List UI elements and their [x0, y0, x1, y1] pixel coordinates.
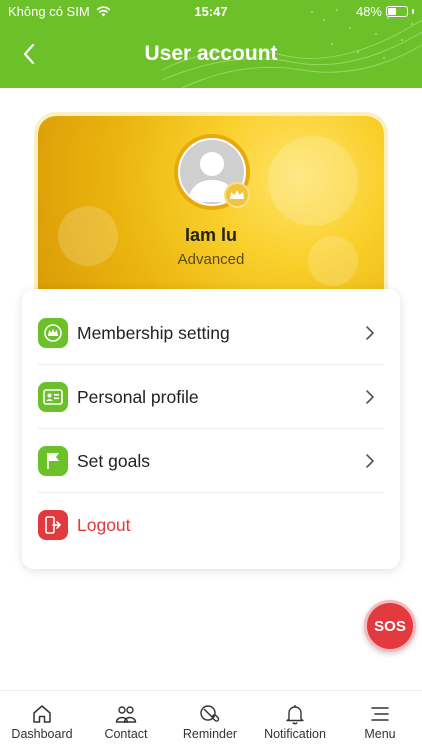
- nav-item-menu[interactable]: Menu: [338, 691, 422, 750]
- menu-item-label: Personal profile: [77, 386, 199, 407]
- pill-icon: [200, 705, 220, 722]
- menu-item-logout[interactable]: Logout: [22, 493, 400, 557]
- bell-icon: [286, 705, 304, 725]
- chevron-right-icon: [366, 326, 374, 340]
- home-icon: [33, 705, 51, 723]
- sos-button[interactable]: SOS: [364, 600, 416, 652]
- battery-percent: 48%: [355, 4, 382, 19]
- nav-label: Reminder: [182, 727, 238, 741]
- app-header: Không có SIM 15:47 48% User account: [0, 0, 422, 88]
- chevron-right-icon: [366, 454, 374, 468]
- crown-icon: [38, 318, 68, 348]
- flag-icon: [38, 446, 68, 476]
- card-glow: [268, 136, 358, 226]
- nav-label: Contact: [104, 727, 148, 741]
- menu-item-set-goals[interactable]: Set goals: [22, 429, 400, 493]
- menu-icon: [371, 707, 389, 721]
- crown-badge-icon: [224, 182, 250, 208]
- battery-icon: [386, 6, 408, 17]
- id-card-icon: [38, 382, 68, 412]
- page-title: User account: [144, 42, 278, 65]
- bottom-nav: Dashboard Contact Reminder Notification …: [0, 690, 422, 750]
- battery-fill: [388, 8, 396, 15]
- menu-item-personal-profile[interactable]: Personal profile: [22, 365, 400, 429]
- nav-label: Notification: [264, 727, 326, 741]
- nav-item-reminder[interactable]: Reminder: [168, 691, 252, 750]
- account-menu: Membership setting Personal profile Set …: [22, 289, 400, 569]
- status-right: 48%: [356, 4, 414, 19]
- profile-card: Iam lu Advanced: [38, 116, 384, 316]
- menu-item-label: Membership setting: [77, 322, 230, 343]
- nav-item-contact[interactable]: Contact: [84, 691, 168, 750]
- status-bar: Không có SIM 15:47 48%: [0, 0, 422, 24]
- menu-item-label: Set goals: [77, 450, 150, 471]
- menu-item-membership-setting[interactable]: Membership setting: [22, 301, 400, 365]
- nav-item-notification[interactable]: Notification: [253, 691, 337, 750]
- chevron-right-icon: [366, 390, 374, 404]
- nav-label: Dashboard: [11, 727, 73, 741]
- user-name: Iam lu: [184, 225, 237, 245]
- nav-label: Menu: [364, 727, 396, 741]
- battery-nub: [412, 9, 414, 14]
- menu-item-label: Logout: [77, 514, 131, 535]
- logout-icon: [38, 510, 68, 540]
- nav-item-dashboard[interactable]: Dashboard: [0, 691, 84, 750]
- membership-level: Advanced: [177, 251, 245, 268]
- contacts-icon: [115, 706, 137, 723]
